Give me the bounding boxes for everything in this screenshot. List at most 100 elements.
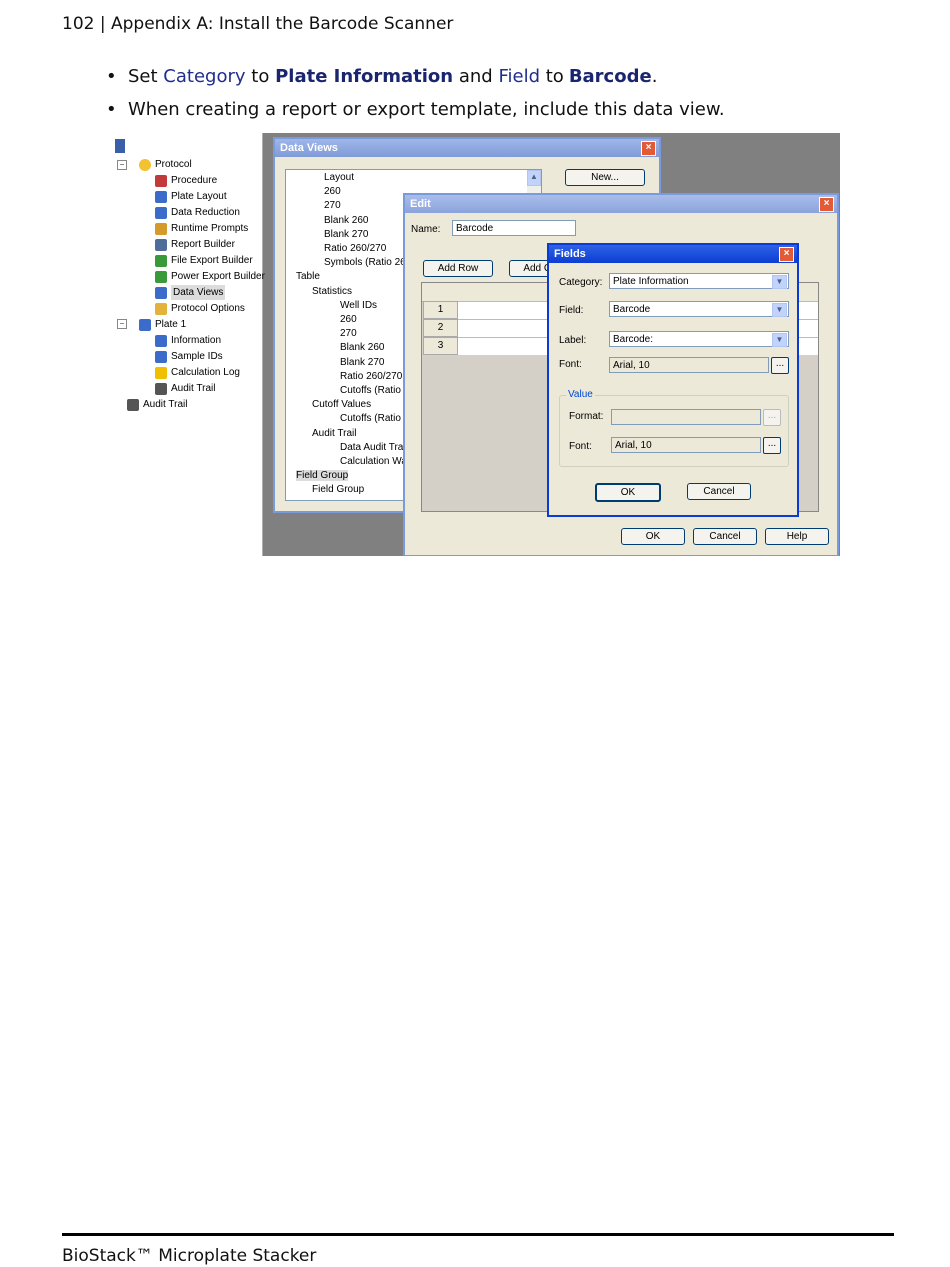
label-label: Label: (559, 335, 587, 346)
text-set: Set (128, 66, 158, 87)
tree-item[interactable]: Audit Trail (155, 381, 215, 396)
data-view-item[interactable]: Well IDs (340, 300, 377, 311)
protocol-options-icon (155, 302, 167, 315)
category-select[interactable]: Plate Information ▼ (609, 273, 789, 289)
data-view-item[interactable]: Blank 270 (324, 229, 368, 240)
chevron-down-icon[interactable]: ▼ (772, 333, 787, 347)
data-view-item[interactable]: Data Audit Tra (340, 442, 403, 453)
collapse-toggle[interactable]: − (117, 160, 127, 170)
close-icon[interactable]: × (641, 141, 656, 156)
data-view-item[interactable]: Statistics (312, 286, 352, 297)
page-footer: BioStack™ Microplate Stacker (62, 1246, 317, 1266)
text-to-2: to (545, 66, 564, 87)
row-number: 2 (423, 319, 458, 337)
warning-icon (155, 366, 167, 379)
data-view-item[interactable]: Field Group (296, 470, 349, 482)
new-button[interactable]: New... (565, 169, 645, 186)
data-view-item[interactable]: Layout (324, 172, 354, 183)
add-row-button[interactable]: Add Row (423, 260, 493, 277)
tree-item[interactable]: Sample IDs (155, 349, 223, 364)
data-view-item[interactable]: Calculation Wa (340, 456, 407, 467)
value-group: Value (559, 389, 789, 467)
tree-item[interactable]: Protocol Options (155, 301, 245, 316)
footer-rule (62, 1233, 894, 1236)
chevron-down-icon[interactable]: ▼ (772, 275, 787, 289)
tree-item[interactable]: Audit Trail (127, 397, 187, 412)
tree-item[interactable]: Procedure (155, 173, 217, 188)
format-label: Format: (569, 411, 604, 422)
name-input[interactable]: Barcode (452, 220, 576, 236)
data-view-item[interactable]: 270 (324, 200, 341, 211)
data-view-item[interactable]: Blank 260 (324, 215, 368, 226)
collapse-toggle[interactable]: − (117, 319, 127, 329)
data-view-item[interactable]: Ratio 260/270 (324, 243, 386, 254)
data-view-item[interactable]: Audit Trail (312, 428, 356, 439)
tree-item[interactable]: Plate Layout (155, 189, 227, 204)
tree-item[interactable]: Information (155, 333, 221, 348)
tree-item-label: Information (171, 335, 222, 346)
file-export-icon (155, 254, 167, 267)
data-view-item[interactable]: Blank 270 (340, 357, 384, 368)
data-views-icon (155, 286, 167, 299)
ui-term-category: Category (163, 66, 246, 87)
tree-item-label: Data Reduction (171, 207, 240, 218)
page-header: 102 | Appendix A: Install the Barcode Sc… (62, 14, 454, 34)
fields-ok-button[interactable]: OK (595, 483, 661, 502)
close-icon[interactable]: × (819, 197, 834, 212)
data-view-item[interactable]: Field Group (312, 484, 364, 495)
data-view-item[interactable]: 270 (340, 328, 357, 339)
tree-item[interactable]: File Export Builder (155, 253, 253, 268)
value-font-field: Arial, 10 (611, 437, 761, 453)
scroll-up-icon[interactable]: ▲ (527, 170, 541, 186)
runtime-prompts-icon (155, 222, 167, 235)
tree-item[interactable]: Plate 1 (139, 317, 186, 332)
label-select[interactable]: Barcode: ▼ (609, 331, 789, 347)
field-select[interactable]: Barcode ▼ (609, 301, 789, 317)
fields-cancel-button[interactable]: Cancel (687, 483, 751, 500)
procedure-icon (155, 174, 167, 187)
sample-ids-icon (155, 350, 167, 363)
power-export-icon (155, 270, 167, 283)
protocol-icon (139, 158, 151, 171)
data-views-title: Data Views (275, 139, 659, 157)
value-font-browse-button[interactable]: ... (763, 437, 781, 454)
tree-item-label: Protocol (155, 159, 192, 170)
ok-button[interactable]: OK (621, 528, 685, 545)
tree-item-label: Procedure (171, 175, 218, 186)
data-view-item[interactable]: Blank 260 (340, 342, 384, 353)
tree-item[interactable]: Report Builder (155, 237, 235, 252)
tree-item[interactable]: Data Reduction (155, 205, 240, 220)
chevron-down-icon[interactable]: ▼ (772, 303, 787, 317)
font-label: Font: (559, 359, 582, 370)
value-group-legend: Value (566, 389, 595, 400)
data-view-item[interactable]: Table (296, 271, 320, 282)
tree-item-label: Data Views (171, 285, 226, 300)
data-view-item[interactable]: 260 (340, 314, 357, 325)
help-button[interactable]: Help (765, 528, 829, 545)
bullet-report-template: • When creating a report or export templ… (106, 97, 725, 130)
tree-item-label: Power Export Builder (171, 271, 265, 282)
category-value: Plate Information (613, 276, 689, 287)
edit-title: Edit (405, 195, 837, 213)
tree-item-label: Audit Trail (171, 383, 216, 394)
bullet-dot: • (106, 66, 117, 87)
data-view-item[interactable]: Symbols (Ratio 260 (324, 257, 411, 268)
data-view-item[interactable]: Cutoffs (Ratio (340, 413, 401, 424)
font-browse-button[interactable]: ... (771, 357, 789, 374)
plate-icon (139, 318, 151, 331)
close-icon[interactable]: × (779, 247, 794, 262)
tree-item[interactable]: Data Views (155, 285, 226, 300)
data-view-item[interactable]: Cutoffs (Ratio (340, 385, 401, 396)
format-field (611, 409, 761, 425)
cancel-button[interactable]: Cancel (693, 528, 757, 545)
tree-item[interactable]: Runtime Prompts (155, 221, 248, 236)
bullet-set-category: • Set Category to Plate Information and … (106, 64, 725, 97)
tree-item[interactable]: Calculation Log (155, 365, 240, 380)
tree-item-label: Plate 1 (155, 319, 187, 330)
data-view-item[interactable]: Cutoff Values (312, 399, 371, 410)
tree-item[interactable]: Power Export Builder (155, 269, 265, 284)
data-view-item[interactable]: Ratio 260/270 (340, 371, 402, 382)
data-view-item[interactable]: 260 (324, 186, 341, 197)
tree-item[interactable]: Protocol (139, 157, 192, 172)
tree-item-label: Audit Trail (143, 399, 188, 410)
